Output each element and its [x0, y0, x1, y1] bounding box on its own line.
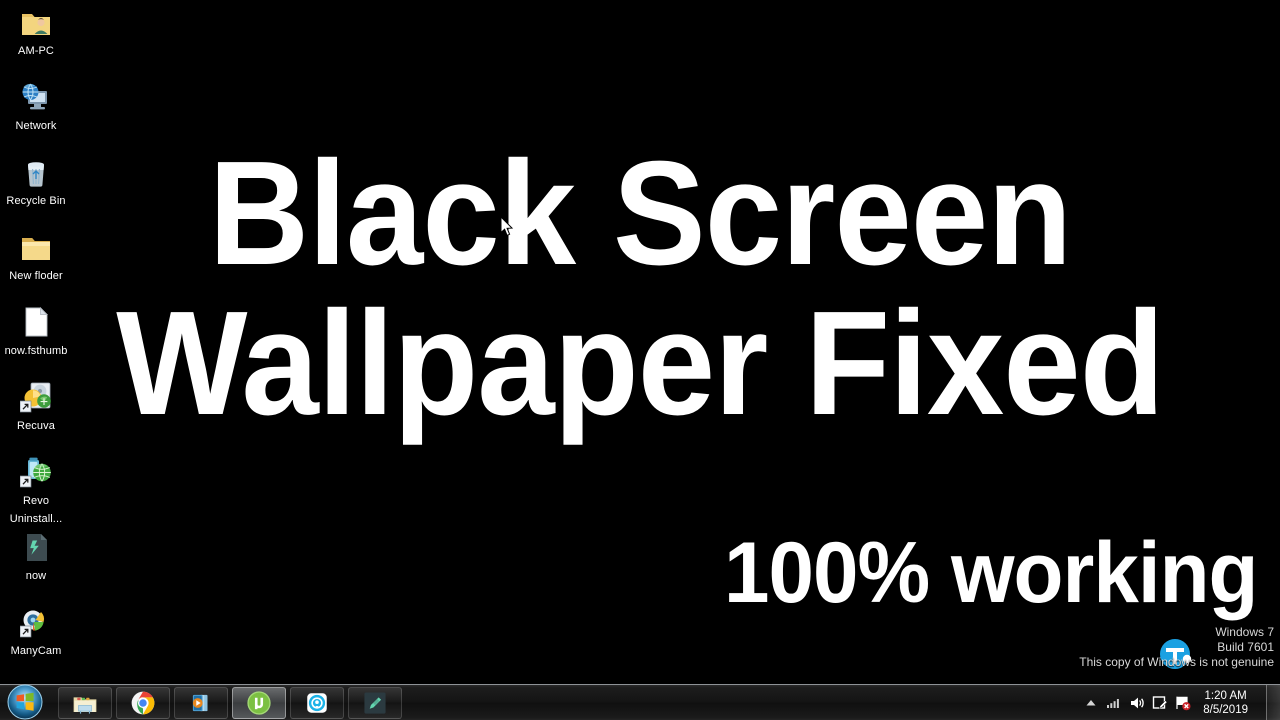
arrow-pointer-icon	[500, 216, 514, 237]
taskbar: 1:20 AM 8/5/2019	[0, 684, 1280, 720]
desktop-icon-label: New floder	[9, 270, 63, 282]
overlay-subtitle: 100% working	[724, 525, 1259, 621]
taskbar-item-teal-app[interactable]	[348, 687, 402, 719]
desktop-screen: AM-PC Network Recycle Bin New floder now…	[0, 0, 1280, 720]
taskbar-item-utorrent[interactable]	[232, 687, 286, 719]
manycam-icon	[20, 606, 52, 638]
recycle-bin-icon	[20, 156, 52, 188]
desktop-icon-label: Recuva	[17, 420, 55, 432]
clock-date: 8/5/2019	[1203, 704, 1248, 716]
signal-bars-icon[interactable]	[1106, 695, 1122, 711]
taskbar-item-podcast-app[interactable]	[290, 687, 344, 719]
teamviewer-logo-icon	[1160, 639, 1192, 669]
user-folder-icon	[20, 6, 52, 38]
desktop-icon-label: Recycle Bin	[6, 195, 66, 207]
blank-file-icon	[20, 306, 52, 338]
chrome-icon	[131, 691, 155, 715]
blue-circle-app-icon	[307, 693, 327, 713]
folder-icon	[20, 231, 52, 263]
speaker-icon[interactable]	[1129, 695, 1145, 711]
desktop-icon-manycam[interactable]: ManyCam	[0, 606, 72, 659]
chevron-up-icon[interactable]	[1083, 695, 1099, 711]
flag-error-icon[interactable]	[1175, 695, 1191, 711]
overlay-title-line-1: Black Screen	[208, 131, 1073, 296]
desktop-icon-network[interactable]: Network	[0, 81, 72, 134]
flag-pen-icon[interactable]	[1152, 695, 1168, 711]
desktop-icon-recycle-bin[interactable]: Recycle Bin	[0, 156, 72, 209]
desktop-icon-now-fsthumb[interactable]: now.fsthumb	[0, 306, 72, 359]
desktop-icon-revo-uninstall[interactable]: Revo Uninstall...	[0, 456, 72, 527]
desktop-icon-label: ManyCam	[10, 645, 62, 657]
recuva-icon	[20, 381, 52, 413]
overlay-title-line-2: Wallpaper Fixed	[116, 281, 1165, 446]
desktop-icon-label: Network	[15, 120, 57, 132]
overlay-subtitle-block: 100% working	[710, 525, 1272, 621]
folder-explorer-icon	[73, 697, 97, 714]
teal-diamond-app-icon	[364, 692, 386, 714]
clock-time: 1:20 AM	[1204, 690, 1247, 702]
taskbar-pinned-items	[58, 687, 402, 719]
start-button[interactable]	[2, 683, 48, 720]
network-icon	[20, 81, 52, 113]
taskbar-item-media-player[interactable]	[174, 687, 228, 719]
desktop-icon-am-pc[interactable]: AM-PC	[0, 6, 72, 59]
desktop-icon-label: Revo Uninstall...	[9, 495, 63, 525]
overlay-title-block: Black Screen Wallpaper Fixed	[0, 140, 1280, 438]
now-file-icon	[20, 531, 52, 563]
show-desktop-button[interactable]	[1266, 685, 1280, 720]
taskbar-item-windows-explorer[interactable]	[58, 687, 112, 719]
desktop-icon-label: now.fsthumb	[4, 345, 68, 357]
revo-uninstaller-icon	[20, 456, 52, 488]
taskbar-clock[interactable]: 1:20 AM 8/5/2019	[1203, 689, 1248, 717]
media-player-icon	[192, 694, 208, 712]
desktop-icon-recuva[interactable]: Recuva	[0, 381, 72, 434]
desktop-icon-new-floder[interactable]: New floder	[0, 231, 72, 284]
taskbar-item-google-chrome[interactable]	[116, 687, 170, 719]
system-tray: 1:20 AM 8/5/2019	[1083, 685, 1254, 720]
desktop-icon-label: AM-PC	[18, 45, 54, 57]
desktop-icon-label: now	[25, 570, 47, 582]
utorrent-icon	[247, 691, 271, 715]
desktop-icon-now[interactable]: now	[0, 531, 72, 584]
